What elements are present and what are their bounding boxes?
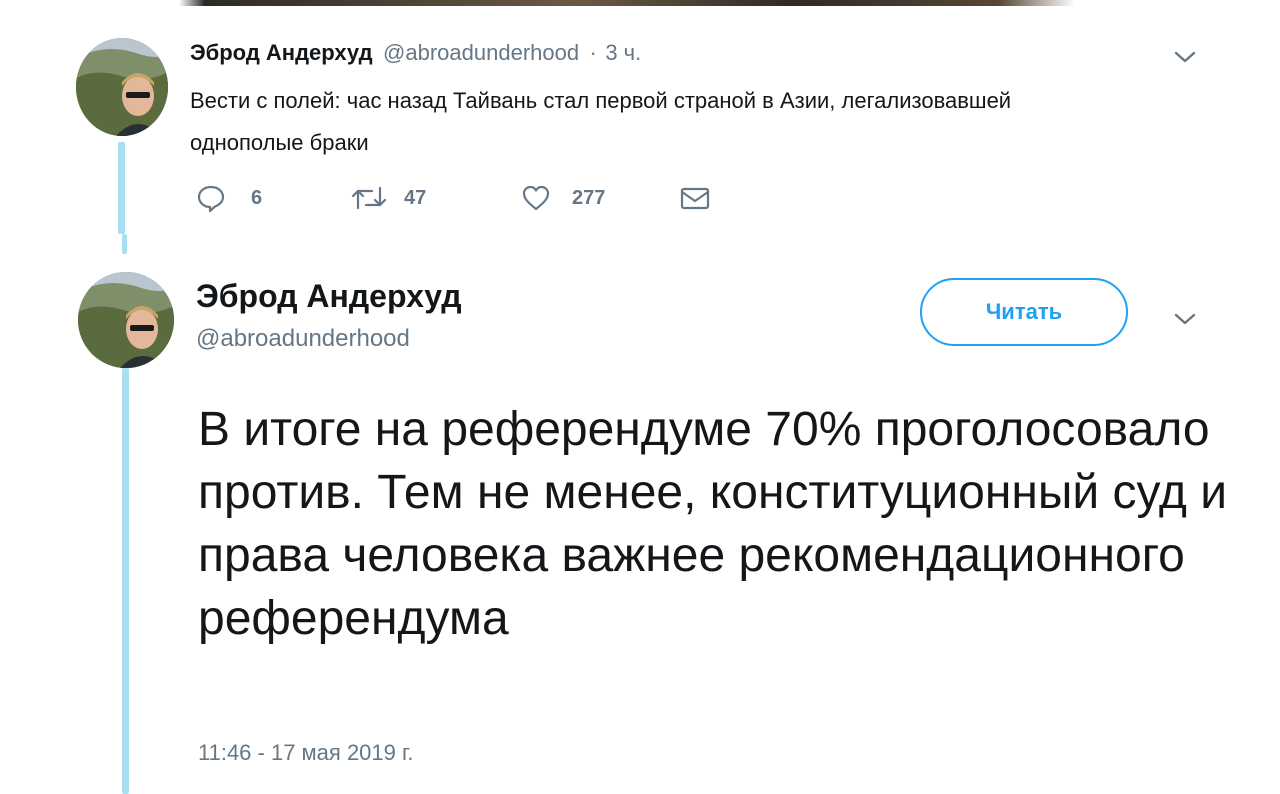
top-image-strip [0,0,1280,6]
like-button[interactable]: 277 [520,182,605,214]
separator-dot: · [589,40,597,65]
author-name[interactable]: Эброд Андерхуд [196,278,462,315]
avatar[interactable] [78,272,174,368]
tweet-1-header: Эброд Андерхуд @abroadunderhood · 3 ч. [190,40,641,66]
reply-count: 6 [251,186,263,209]
author-name[interactable]: Эброд Андерхуд [190,40,373,65]
avatar[interactable] [76,38,168,136]
avatar-photo-icon [78,272,174,368]
retweet-count: 47 [404,186,427,209]
reply-button[interactable]: 6 [195,182,262,214]
chevron-down-icon[interactable] [1170,304,1200,334]
thread-line-upper [118,142,125,234]
like-count: 277 [572,186,606,209]
envelope-icon [680,187,710,210]
tweet-1-text: Вести с полей: час назад Тайвань стал пе… [190,88,1012,155]
direct-message-button[interactable] [679,182,711,214]
chevron-down-icon[interactable] [1170,42,1200,72]
reply-icon [197,185,225,213]
author-handle[interactable]: @abroadunderhood [383,40,579,65]
retweet-button[interactable]: 47 [350,182,426,214]
author-handle[interactable]: @abroadunderhood [196,325,410,353]
thread-line-lower [122,368,129,794]
follow-button[interactable]: Читать [920,278,1128,346]
avatar-photo-icon [76,38,168,136]
tweet-time[interactable]: 3 ч. [605,40,641,65]
heart-icon [522,185,550,211]
retweet-icon [351,186,387,210]
tweet-timestamp[interactable]: 11:46 - 17 мая 2019 г. [198,740,413,766]
thread-line-gap [122,234,127,254]
tweet-2-text: В итоге на референдуме 70% проголосовало… [198,403,1228,645]
